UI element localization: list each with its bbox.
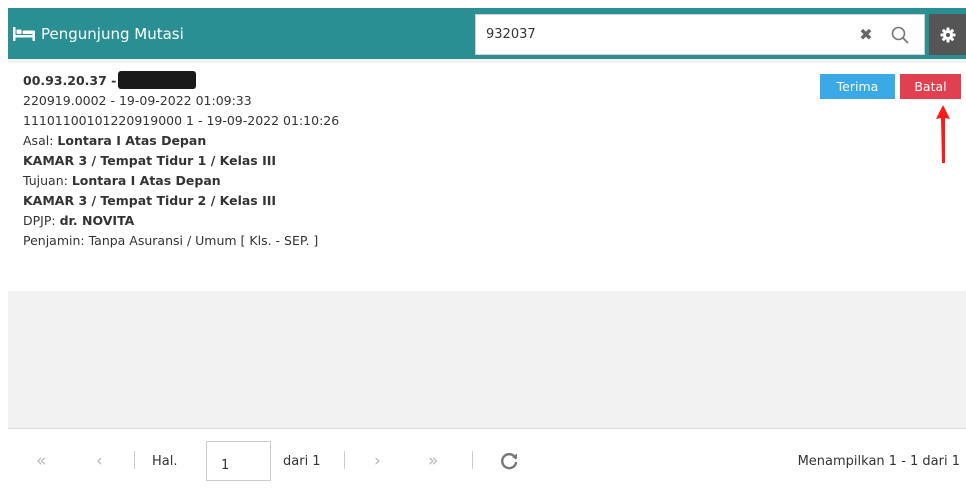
refresh-icon[interactable]: [498, 450, 520, 472]
search-icon[interactable]: [890, 25, 910, 45]
panel-title-text: Pengunjung Mutasi: [41, 25, 184, 43]
doctor-line: DPJP: dr. NOVITA: [23, 211, 339, 231]
destination-room-text: KAMAR 3 / Tempat Tidur 2 / Kelas III: [23, 193, 277, 208]
transfer-line: 11101100101220919000 1 - 19-09-2022 01:1…: [23, 113, 340, 128]
search-input[interactable]: [476, 15, 846, 54]
close-icon[interactable]: ✖: [856, 25, 876, 45]
redacted-name: [118, 71, 197, 89]
origin-room-text: KAMAR 3 / Tempat Tidur 1 / Kelas III: [23, 153, 277, 168]
arrow-up-icon: [936, 105, 950, 163]
pager-divider: [134, 451, 135, 469]
prev-page-icon[interactable]: ‹: [96, 451, 103, 471]
panel-header: Pengunjung Mutasi ✖: [8, 8, 966, 59]
accept-button[interactable]: Terima: [820, 74, 895, 99]
destination-line: Tujuan: Lontara I Atas Depan: [23, 171, 339, 191]
panel-title: Pengunjung Mutasi: [13, 23, 184, 45]
list-item: 00.93.20.37 - 220919.0002 - 19-09-2022 0…: [8, 63, 966, 291]
cancel-button[interactable]: Batal: [900, 74, 961, 99]
origin-room: KAMAR 3 / Tempat Tidur 1 / Kelas III: [23, 151, 339, 171]
destination-room: KAMAR 3 / Tempat Tidur 2 / Kelas III: [23, 191, 339, 211]
visitor-transfer-panel: Pengunjung Mutasi ✖: [8, 8, 966, 493]
record-details: 00.93.20.37 - 220919.0002 - 19-09-2022 0…: [23, 71, 339, 251]
origin-value: Lontara I Atas Depan: [57, 133, 207, 148]
pagination-bar: « ‹ Hal. dari 1 › » Menampilkan 1 - 1 da…: [8, 428, 966, 493]
pager-divider: [344, 451, 345, 469]
bed-icon: [13, 27, 35, 41]
page-label: Hal.: [152, 454, 178, 469]
origin-label: Asal:: [23, 133, 58, 148]
record-id: 00.93.20.37 -: [23, 73, 117, 88]
page-total-label: dari 1: [283, 454, 321, 469]
registration-line: 220919.0002 - 19-09-2022 01:09:33: [23, 93, 252, 108]
pager-divider: [472, 451, 473, 469]
destination-value: Lontara I Atas Depan: [71, 173, 221, 188]
last-page-icon[interactable]: »: [428, 451, 438, 471]
doctor-value: dr. NOVITA: [59, 213, 135, 228]
doctor-label: DPJP:: [23, 213, 60, 228]
origin-line: Asal: Lontara I Atas Depan: [23, 131, 339, 151]
first-page-icon[interactable]: «: [36, 451, 46, 471]
page-number-input[interactable]: [206, 441, 271, 481]
records-summary: Menampilkan 1 - 1 dari 1: [797, 454, 960, 469]
record-id-line: 00.93.20.37 -: [23, 71, 339, 91]
settings-button[interactable]: [929, 14, 966, 55]
search-box: ✖: [475, 14, 925, 55]
guarantor-line: Penjamin: Tanpa Asuransi / Umum [ Kls. -…: [23, 233, 319, 248]
next-page-icon[interactable]: ›: [374, 451, 381, 471]
destination-label: Tujuan:: [23, 173, 72, 188]
gear-icon: [940, 27, 955, 42]
